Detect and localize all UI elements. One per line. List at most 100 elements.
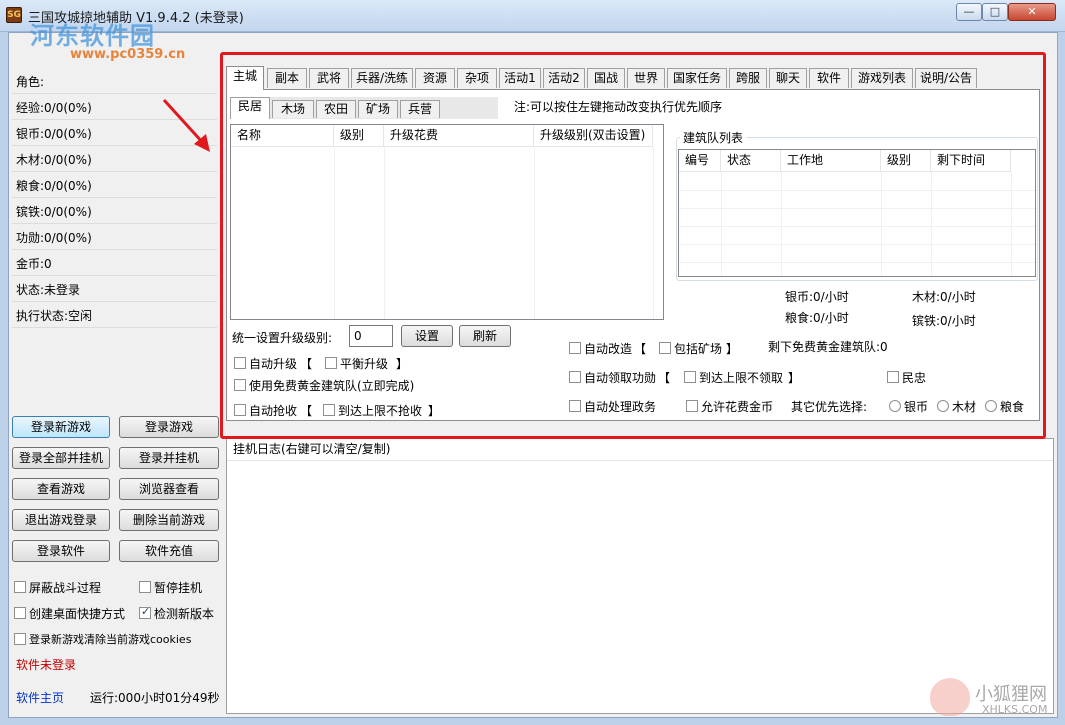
column-header-target-level[interactable]: 升级级别(双击设置) xyxy=(534,125,653,147)
divider xyxy=(12,301,217,302)
status-label: 状态:未登录 xyxy=(16,283,81,297)
column-header-name[interactable]: 名称 xyxy=(231,125,334,147)
balanced-upgrade-checkbox[interactable] xyxy=(325,357,337,369)
auto-rebuild-checkbox[interactable] xyxy=(569,342,581,354)
set-button[interactable]: 设置 xyxy=(401,325,453,347)
desktop-shortcut-label: 创建桌面快捷方式 xyxy=(29,607,126,621)
include-mine-checkbox[interactable] xyxy=(659,342,671,354)
free-builders-label: 剩下免费黄金建筑队:0 xyxy=(768,340,888,354)
auto-affairs-label: 自动处理政务 xyxy=(584,400,657,414)
log-header[interactable]: 挂机日志(右键可以清空/复制) xyxy=(227,439,1053,461)
priority-grain-radio[interactable] xyxy=(985,400,997,412)
column-header-level[interactable]: 级别 xyxy=(334,125,384,147)
grid-line xyxy=(334,147,335,319)
allow-gold-checkbox[interactable] xyxy=(686,400,698,412)
grid-line xyxy=(653,147,654,319)
subtab-lumber[interactable]: 木场 xyxy=(272,100,314,118)
column-header-id[interactable]: 编号 xyxy=(679,150,721,172)
grid-line xyxy=(931,172,932,276)
iron-label: 镔铁:0/0(0%) xyxy=(16,205,92,219)
hide-battle-checkbox[interactable] xyxy=(14,581,26,593)
pause-idle-checkbox[interactable] xyxy=(139,581,151,593)
login-all-and-idle-button[interactable]: 登录全部并挂机 xyxy=(12,447,110,469)
tab-main-city[interactable]: 主城 xyxy=(226,66,264,90)
merit-label: 功勋:0/0(0%) xyxy=(16,231,92,245)
grid-line xyxy=(881,172,882,276)
bracket-close: 】 xyxy=(428,404,441,418)
auto-merit-label: 自动领取功勋 xyxy=(584,371,657,385)
software-recharge-button[interactable]: 软件充值 xyxy=(119,540,219,562)
watermark-site-url: www.pc0359.cn xyxy=(70,47,186,62)
software-status-text: 软件未登录 xyxy=(16,658,77,672)
check-update-checkbox[interactable] xyxy=(139,605,151,619)
balanced-upgrade-label: 平衡升级 xyxy=(340,357,389,371)
tab-weapons[interactable]: 兵器/洗练 xyxy=(351,68,413,88)
folk-label: 民忠 xyxy=(902,371,927,385)
queue-list[interactable]: 编号 状态 工作地 级别 剩下时间 xyxy=(678,149,1036,277)
priority-wood-radio[interactable] xyxy=(937,400,949,412)
iron-rate: 镔铁:0/小时 xyxy=(912,314,976,328)
tab-cross-server[interactable]: 跨服 xyxy=(729,68,767,88)
column-header-state[interactable]: 状态 xyxy=(721,150,781,172)
subtab-farm[interactable]: 农田 xyxy=(316,100,356,118)
wood-rate: 木材:0/小时 xyxy=(912,290,976,304)
log-list[interactable] xyxy=(226,438,1054,714)
no-harvest-limit-label: 到达上限不抢收 xyxy=(338,404,423,418)
column-header-remaining[interactable]: 剩下时间 xyxy=(931,150,1011,172)
tab-misc[interactable]: 杂项 xyxy=(457,68,497,88)
auto-merit-checkbox[interactable] xyxy=(569,371,581,383)
close-button[interactable]: ✕ xyxy=(1008,3,1056,21)
homepage-link[interactable]: 软件主页 xyxy=(16,689,64,706)
divider xyxy=(12,197,217,198)
use-free-gold-checkbox[interactable] xyxy=(234,379,246,391)
login-software-button[interactable]: 登录软件 xyxy=(12,540,110,562)
tab-national-war[interactable]: 国战 xyxy=(587,68,625,88)
delete-current-game-button[interactable]: 删除当前游戏 xyxy=(119,509,219,531)
divider xyxy=(12,171,217,172)
priority-silver-radio[interactable] xyxy=(889,400,901,412)
subtab-mine[interactable]: 矿场 xyxy=(358,100,398,118)
no-harvest-limit-checkbox[interactable] xyxy=(323,404,335,416)
tab-event2[interactable]: 活动2 xyxy=(543,68,585,88)
tab-notice[interactable]: 说明/公告 xyxy=(915,68,977,88)
logout-game-button[interactable]: 退出游戏登录 xyxy=(12,509,110,531)
fox-logo-icon xyxy=(930,678,970,716)
column-header-queue-level[interactable]: 级别 xyxy=(881,150,931,172)
auto-affairs-checkbox[interactable] xyxy=(569,400,581,412)
tab-world[interactable]: 世界 xyxy=(627,68,665,88)
auto-upgrade-checkbox[interactable] xyxy=(234,357,246,369)
login-game-button[interactable]: 登录游戏 xyxy=(119,416,219,438)
column-header-workplace[interactable]: 工作地 xyxy=(781,150,881,172)
folk-checkbox[interactable] xyxy=(887,371,899,383)
role-label: 角色: xyxy=(16,75,45,89)
auto-harvest-checkbox[interactable] xyxy=(234,404,246,416)
tab-resources[interactable]: 资源 xyxy=(415,68,455,88)
exp-label: 经验:0/0(0%) xyxy=(16,101,92,115)
subtab-residence[interactable]: 民居 xyxy=(230,97,270,119)
bracket-close: 】 xyxy=(726,342,739,356)
browser-view-button[interactable]: 浏览器查看 xyxy=(119,478,219,500)
refresh-button[interactable]: 刷新 xyxy=(459,325,511,347)
login-new-game-button[interactable]: 登录新游戏 xyxy=(12,416,110,438)
grid-line xyxy=(679,244,1035,245)
tab-chat[interactable]: 聊天 xyxy=(769,68,807,88)
tab-generals[interactable]: 武将 xyxy=(309,68,349,88)
tab-dungeon[interactable]: 副本 xyxy=(267,68,307,88)
unify-level-input[interactable]: 0 xyxy=(349,325,393,347)
no-merit-limit-checkbox[interactable] xyxy=(684,371,696,383)
column-header-cost[interactable]: 升级花费 xyxy=(384,125,534,147)
building-list[interactable]: 名称 级别 升级花费 升级级别(双击设置) xyxy=(230,124,664,320)
hide-battle-label: 屏蔽战斗过程 xyxy=(29,581,102,595)
view-game-button[interactable]: 查看游戏 xyxy=(12,478,110,500)
subtab-barracks[interactable]: 兵营 xyxy=(400,100,440,118)
grid-line xyxy=(721,172,722,276)
tab-event1[interactable]: 活动1 xyxy=(499,68,541,88)
login-and-idle-button[interactable]: 登录并挂机 xyxy=(119,447,219,469)
minimize-button[interactable]: — xyxy=(956,3,982,21)
tab-national-task[interactable]: 国家任务 xyxy=(667,68,727,88)
tab-software[interactable]: 软件 xyxy=(809,68,849,88)
clear-cookies-checkbox[interactable] xyxy=(14,633,26,645)
maximize-button[interactable]: □ xyxy=(982,3,1008,21)
desktop-shortcut-checkbox[interactable] xyxy=(14,607,26,619)
tab-game-list[interactable]: 游戏列表 xyxy=(851,68,913,88)
